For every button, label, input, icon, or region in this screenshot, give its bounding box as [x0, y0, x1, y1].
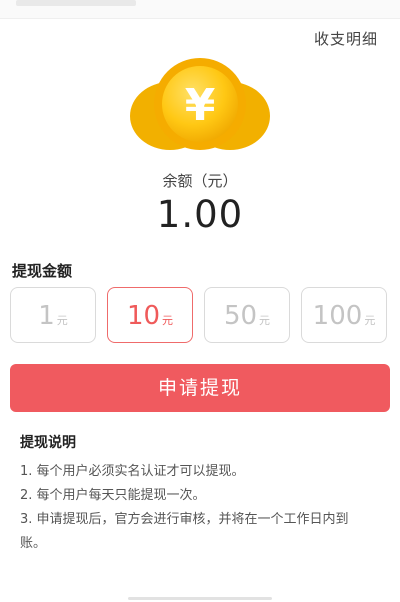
withdraw-note-item: 1. 每个用户必须实名认证才可以提现。: [20, 464, 245, 479]
top-bar-remnant: [16, 0, 136, 6]
amount-option-50[interactable]: 50 元: [204, 287, 290, 343]
amount-unit: 元: [259, 314, 271, 327]
home-indicator: [128, 597, 272, 600]
amount-value: 100: [312, 301, 363, 331]
amount-option-100[interactable]: 100 元: [301, 287, 387, 343]
balance-amount: 1.00: [156, 193, 244, 236]
withdraw-note-item: 2. 每个用户每天只能提现一次。: [20, 488, 206, 503]
amount-unit: 元: [364, 314, 376, 327]
transaction-details-link[interactable]: 收支明细: [314, 28, 378, 49]
withdraw-note-item: 3. 申请提现后，官方会进行审核，并将在一个工作日内到账。: [20, 512, 349, 551]
withdraw-notes-list: 1. 每个用户必须实名认证才可以提现。 2. 每个用户每天只能提现一次。 3. …: [20, 460, 372, 556]
amount-value: 50: [223, 301, 258, 331]
amount-value: 1: [38, 301, 55, 331]
amount-option-10[interactable]: 10 元: [107, 287, 193, 343]
amount-value: 10: [126, 301, 161, 331]
amount-unit: 元: [162, 314, 174, 327]
yuan-coin-icon: ¥: [130, 58, 270, 150]
withdraw-notes-title: 提现说明: [20, 435, 76, 451]
apply-withdraw-button[interactable]: 申请提现: [10, 364, 390, 412]
amount-options: 1元 10 元 50 元 100 元: [10, 287, 390, 345]
withdraw-amount-title: 提现金额: [12, 262, 73, 280]
top-bar: [0, 0, 400, 19]
coin-symbol: ¥: [185, 80, 216, 131]
amount-option-1[interactable]: 1元: [10, 287, 96, 343]
amount-unit: 元: [56, 314, 68, 327]
balance-label: 余额（元）: [162, 172, 238, 190]
